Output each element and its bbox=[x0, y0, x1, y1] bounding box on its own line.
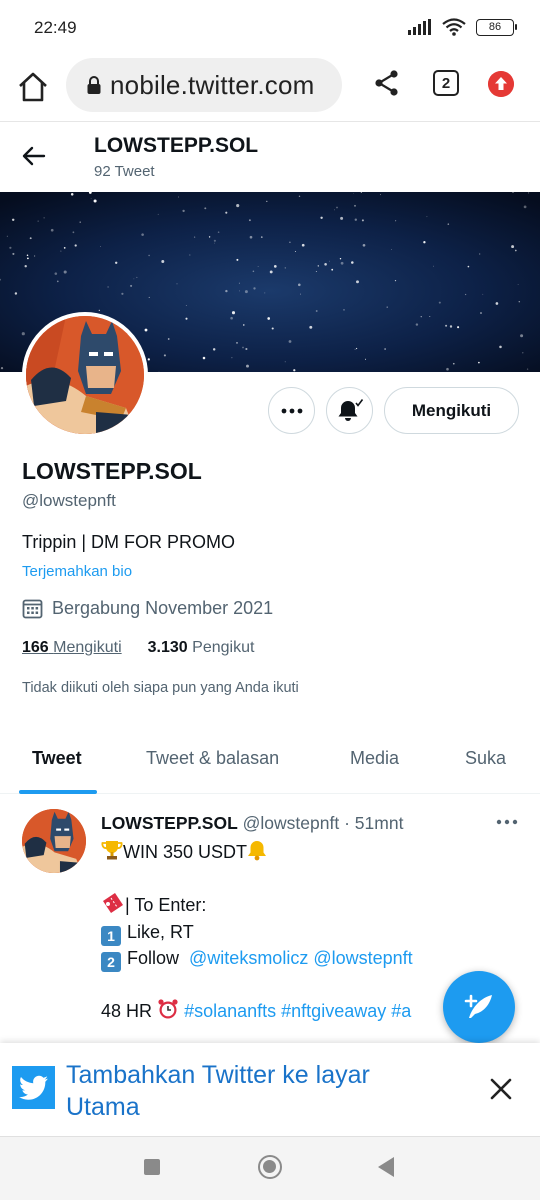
tweet-header: LOWSTEPP.SOL @lowstepnft · 51mnt bbox=[101, 813, 403, 834]
following-button[interactable]: Mengikuti bbox=[384, 387, 519, 434]
calendar-icon bbox=[22, 599, 43, 619]
header-title: LOWSTEPP.SOL bbox=[94, 134, 259, 157]
compose-icon bbox=[464, 994, 492, 1018]
profile-name: LOWSTEPP.SOL bbox=[22, 458, 202, 484]
tweet-separator: · bbox=[344, 813, 350, 833]
tab-likes[interactable]: Suka bbox=[465, 748, 506, 769]
avatar-image bbox=[26, 316, 144, 434]
tweet-line-3: Like, RT bbox=[127, 921, 194, 942]
mention-link[interactable]: @lowstepnft bbox=[313, 948, 412, 968]
signal-icon bbox=[408, 19, 431, 35]
add-to-home-banner[interactable]: Tambahkan Twitter ke layar Utama bbox=[0, 1043, 540, 1137]
address-bar[interactable]: nobile.twitter.com bbox=[66, 58, 342, 112]
tweet-line-2: | To Enter: bbox=[125, 895, 207, 915]
following-count: 166 bbox=[22, 639, 49, 656]
status-indicators: 86 bbox=[408, 18, 517, 36]
hashtag-link[interactable]: #solananfts bbox=[184, 1001, 276, 1021]
tab-tweet-replies[interactable]: Tweet & balasan bbox=[146, 748, 279, 769]
status-bar: 22:49 86 bbox=[0, 0, 540, 56]
wifi-icon bbox=[442, 18, 466, 36]
mention-link[interactable]: @witeksmolicz bbox=[189, 948, 308, 968]
more-icon bbox=[281, 408, 302, 413]
profile-tabs: Tweet Tweet & balasan Media Suka bbox=[0, 726, 540, 794]
profile-avatar[interactable] bbox=[22, 312, 148, 438]
followers-count: 3.130 bbox=[147, 639, 188, 656]
hashtag-link[interactable]: #a bbox=[391, 1001, 411, 1021]
browser-toolbar: nobile.twitter.com 2 bbox=[0, 56, 540, 122]
alarm-clock-icon bbox=[158, 999, 178, 1019]
tweet-line-1: WIN 350 USDT bbox=[123, 842, 248, 862]
back-arrow-icon[interactable] bbox=[20, 142, 48, 170]
recents-icon[interactable] bbox=[144, 1159, 160, 1175]
profile-handle: @lowstepnft bbox=[22, 491, 116, 510]
ticket-icon bbox=[103, 893, 123, 913]
followers-label: Pengikut bbox=[192, 639, 255, 656]
tweet-line-4-text: Follow bbox=[127, 948, 180, 968]
hashtag-link[interactable]: #nftgiveaway bbox=[281, 1001, 386, 1021]
tweet-line: | To Enter: bbox=[101, 892, 521, 919]
notifications-button[interactable] bbox=[326, 387, 373, 434]
profile-header: LOWSTEPP.SOL 92 Tweet bbox=[0, 122, 540, 190]
home-nav-icon[interactable] bbox=[258, 1155, 282, 1179]
tweet-line-5-prefix: 48 HR bbox=[101, 1001, 153, 1021]
following-stat[interactable]: 166 Mengikuti bbox=[22, 639, 122, 657]
home-icon[interactable] bbox=[16, 70, 50, 104]
status-time: 22:49 bbox=[34, 18, 77, 37]
tweet-author-name[interactable]: LOWSTEPP.SOL bbox=[101, 813, 238, 833]
battery-indicator: 86 bbox=[476, 18, 517, 36]
back-nav-icon[interactable] bbox=[378, 1157, 394, 1177]
tweet-more-icon[interactable] bbox=[496, 817, 518, 827]
lock-icon bbox=[87, 76, 101, 94]
add-to-home-text[interactable]: Tambahkan Twitter ke layar Utama bbox=[66, 1059, 446, 1123]
close-icon[interactable] bbox=[489, 1077, 513, 1101]
follow-stats: 166 Mengikuti 3.130 Pengikut bbox=[22, 639, 254, 657]
bell-emoji-icon bbox=[248, 841, 267, 861]
tweet-time[interactable]: 51mnt bbox=[355, 813, 404, 833]
battery-level: 86 bbox=[488, 21, 502, 33]
update-icon[interactable] bbox=[488, 71, 514, 97]
tweet-line: 2 Follow @witeksmolicz @lowstepnft bbox=[101, 945, 521, 972]
keycap-1-icon: 1 bbox=[101, 925, 121, 946]
more-options-button[interactable] bbox=[268, 387, 315, 434]
url-text[interactable]: nobile.twitter.com bbox=[110, 70, 314, 101]
following-label: Mengikuti bbox=[53, 639, 122, 656]
twitter-bird-shape bbox=[18, 1075, 48, 1100]
profile-bio: Trippin | DM FOR PROMO bbox=[22, 532, 236, 552]
tab-count: 2 bbox=[441, 74, 451, 92]
tab-media[interactable]: Media bbox=[350, 748, 399, 769]
tweet-line: WIN 350 USDT bbox=[101, 839, 521, 866]
trophy-icon bbox=[101, 841, 123, 860]
not-followed-note: Tidak diikuti oleh siapa pun yang Anda i… bbox=[22, 680, 299, 696]
header-tweet-count: 92 Tweet bbox=[94, 163, 155, 180]
tabs-button[interactable]: 2 bbox=[433, 70, 459, 96]
tweet-line: 1 Like, RT bbox=[101, 919, 521, 946]
tab-tweet[interactable]: Tweet bbox=[32, 748, 82, 769]
join-date: Bergabung November 2021 bbox=[22, 598, 273, 619]
keycap-2-icon: 2 bbox=[101, 952, 121, 972]
active-tab-indicator bbox=[19, 790, 97, 794]
share-icon[interactable] bbox=[372, 68, 402, 98]
bell-icon bbox=[338, 398, 363, 421]
join-date-text: Bergabung November 2021 bbox=[52, 598, 274, 618]
twitter-bird-icon bbox=[12, 1066, 55, 1109]
tweet-author-handle[interactable]: @lowstepnft bbox=[243, 813, 340, 833]
tweet-avatar-image bbox=[22, 809, 86, 873]
system-nav-bar bbox=[0, 1137, 540, 1200]
tweet-avatar[interactable] bbox=[22, 809, 86, 873]
followers-stat[interactable]: 3.130 Pengikut bbox=[148, 639, 255, 657]
compose-tweet-button[interactable] bbox=[443, 971, 515, 1043]
translate-bio-link[interactable]: Terjemahkan bio bbox=[22, 563, 132, 580]
